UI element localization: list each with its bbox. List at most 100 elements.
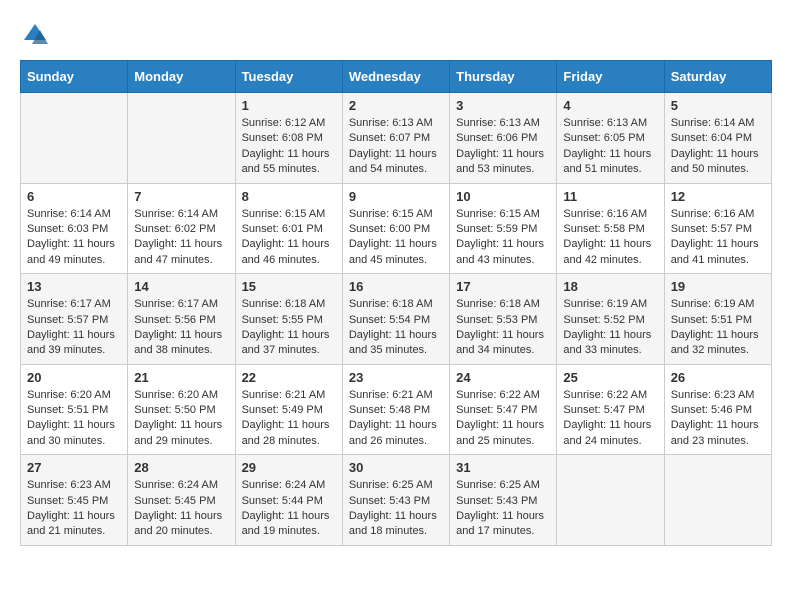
cell-info: Sunrise: 6:21 AM [242,388,336,403]
cell-info: Sunrise: 6:18 AM [242,297,336,312]
cell-info: Sunset: 5:53 PM [456,313,550,328]
calendar-cell [557,455,664,546]
cell-info: Daylight: 11 hours and 39 minutes. [27,328,121,359]
calendar-week-row: 13Sunrise: 6:17 AMSunset: 5:57 PMDayligh… [21,274,772,365]
cell-info: Sunrise: 6:24 AM [242,478,336,493]
cell-info: Sunrise: 6:14 AM [671,116,765,131]
cell-info: Sunset: 5:46 PM [671,403,765,418]
calendar-cell: 23Sunrise: 6:21 AMSunset: 5:48 PMDayligh… [342,364,449,455]
cell-info: Sunset: 6:07 PM [349,131,443,146]
cell-info: Sunrise: 6:14 AM [134,207,228,222]
cell-info: Sunrise: 6:15 AM [456,207,550,222]
cell-info: Daylight: 11 hours and 30 minutes. [27,418,121,449]
cell-info: Sunset: 5:47 PM [456,403,550,418]
day-of-week-header: Sunday [21,61,128,93]
cell-info: Daylight: 11 hours and 28 minutes. [242,418,336,449]
cell-info: Sunset: 5:44 PM [242,494,336,509]
cell-info: Daylight: 11 hours and 45 minutes. [349,237,443,268]
day-number: 5 [671,98,765,113]
day-number: 20 [27,370,121,385]
calendar-cell: 22 Sunrise: 6:21 AMSunset: 5:49 PMDayligh… [235,364,342,455]
cell-info: Daylight: 11 hours and 17 minutes. [456,509,550,540]
cell-info: Sunset: 5:55 PM [242,313,336,328]
calendar-cell: 17 Sunrise: 6:18 AMSunset: 5:53 PMDayligh… [450,274,557,365]
calendar-cell: 14Sunrise: 6:17 AMSunset: 5:56 PMDayligh… [128,274,235,365]
cell-info: Daylight: 11 hours and 21 minutes. [27,509,121,540]
cell-info: Sunrise: 6:14 AM [27,207,121,222]
cell-info: Daylight: 11 hours and 32 minutes. [671,328,765,359]
cell-info: Sunset: 5:58 PM [563,222,657,237]
cell-info: Daylight: 11 hours and 35 minutes. [349,328,443,359]
calendar-cell: 30Sunrise: 6:25 AMSunset: 5:43 PMDayligh… [342,455,449,546]
cell-info: Sunset: 5:49 PM [242,403,336,418]
cell-info: Sunrise: 6:12 AM [242,116,336,131]
day-of-week-header: Wednesday [342,61,449,93]
cell-info: Sunset: 6:03 PM [27,222,121,237]
cell-info: Sunrise: 6:19 AM [563,297,657,312]
calendar-cell: 1Sunrise: 6:12 AMSunset: 6:08 PMDaylight… [235,93,342,184]
day-number: 22 [242,370,336,385]
cell-info: Sunrise: 6:25 AM [349,478,443,493]
calendar-cell: 21Sunrise: 6:20 AMSunset: 5:50 PMDayligh… [128,364,235,455]
day-number: 17 [456,279,550,294]
cell-info: Sunset: 5:52 PM [563,313,657,328]
cell-info: Sunrise: 6:25 AM [456,478,550,493]
cell-info: Sunrise: 6:16 AM [563,207,657,222]
calendar-cell: 3Sunrise: 6:13 AMSunset: 6:06 PMDaylight… [450,93,557,184]
calendar-cell: 27 Sunrise: 6:23 AMSunset: 5:45 PMDayligh… [21,455,128,546]
day-number: 26 [671,370,765,385]
cell-info: Daylight: 11 hours and 49 minutes. [27,237,121,268]
cell-info: Sunset: 5:50 PM [134,403,228,418]
calendar-cell: 9Sunrise: 6:15 AMSunset: 6:00 PMDaylight… [342,183,449,274]
calendar-cell: 8Sunrise: 6:15 AMSunset: 6:01 PMDaylight… [235,183,342,274]
calendar-cell: 19Sunrise: 6:19 AMSunset: 5:51 PMDayligh… [664,274,771,365]
calendar-cell: 13Sunrise: 6:17 AMSunset: 5:57 PMDayligh… [21,274,128,365]
cell-info: Sunset: 5:43 PM [456,494,550,509]
cell-info: Sunrise: 6:16 AM [671,207,765,222]
cell-info: Daylight: 11 hours and 20 minutes. [134,509,228,540]
day-number: 21 [134,370,228,385]
day-number: 27 [27,460,121,475]
calendar-cell: 15Sunrise: 6:18 AMSunset: 5:55 PMDayligh… [235,274,342,365]
calendar-cell [664,455,771,546]
cell-info: Daylight: 11 hours and 18 minutes. [349,509,443,540]
calendar-cell: 29Sunrise: 6:24 AMSunset: 5:44 PMDayligh… [235,455,342,546]
cell-info: Daylight: 11 hours and 50 minutes. [671,147,765,178]
cell-info: Sunrise: 6:23 AM [671,388,765,403]
day-number: 4 [563,98,657,113]
cell-info: Sunrise: 6:15 AM [242,207,336,222]
calendar-cell: 26Sunrise: 6:23 AMSunset: 5:46 PMDayligh… [664,364,771,455]
calendar-week-row: 1Sunrise: 6:12 AMSunset: 6:08 PMDaylight… [21,93,772,184]
cell-info: Sunrise: 6:18 AM [456,297,550,312]
cell-info: Sunset: 5:45 PM [27,494,121,509]
cell-info: Sunset: 5:54 PM [349,313,443,328]
cell-info: Sunset: 6:00 PM [349,222,443,237]
calendar-header-row: SundayMondayTuesdayWednesdayThursdayFrid… [21,61,772,93]
cell-info: Daylight: 11 hours and 34 minutes. [456,328,550,359]
calendar-cell: 16Sunrise: 6:18 AMSunset: 5:54 PMDayligh… [342,274,449,365]
day-number: 19 [671,279,765,294]
cell-info: Daylight: 11 hours and 29 minutes. [134,418,228,449]
cell-info: Sunset: 5:56 PM [134,313,228,328]
logo-icon [20,20,50,50]
cell-info: Daylight: 11 hours and 53 minutes. [456,147,550,178]
cell-info: Daylight: 11 hours and 33 minutes. [563,328,657,359]
calendar-cell: 4Sunrise: 6:13 AMSunset: 6:05 PMDaylight… [557,93,664,184]
day-number: 15 [242,279,336,294]
day-of-week-header: Thursday [450,61,557,93]
cell-info: Daylight: 11 hours and 54 minutes. [349,147,443,178]
calendar-cell: 25Sunrise: 6:22 AMSunset: 5:47 PMDayligh… [557,364,664,455]
cell-info: Sunrise: 6:21 AM [349,388,443,403]
cell-info: Sunset: 6:04 PM [671,131,765,146]
calendar-cell: 2Sunrise: 6:13 AMSunset: 6:07 PMDaylight… [342,93,449,184]
day-number: 6 [27,189,121,204]
cell-info: Daylight: 11 hours and 25 minutes. [456,418,550,449]
day-number: 7 [134,189,228,204]
calendar-week-row: 27Sunrise: 6:23 AMSunset: 5:45 PMDayligh… [21,455,772,546]
cell-info: Sunrise: 6:23 AM [27,478,121,493]
calendar-cell: 7Sunrise: 6:14 AMSunset: 6:02 PMDaylight… [128,183,235,274]
cell-info: Sunset: 5:51 PM [671,313,765,328]
cell-info: Sunset: 5:57 PM [27,313,121,328]
calendar-cell [128,93,235,184]
page-header [20,20,772,50]
